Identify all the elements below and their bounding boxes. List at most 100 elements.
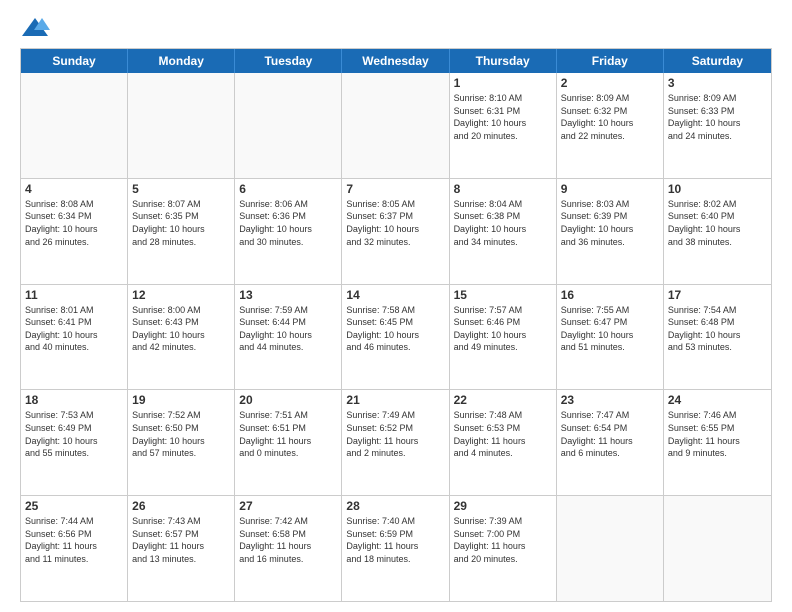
logo [20, 16, 54, 38]
calendar-cell: 28 Sunrise: 7:40 AM Sunset: 6:59 PM Dayli… [342, 496, 449, 601]
calendar: SundayMondayTuesdayWednesdayThursdayFrid… [20, 48, 772, 602]
cell-info: Sunrise: 7:47 AM Sunset: 6:54 PM Dayligh… [561, 409, 659, 459]
day-number: 5 [132, 182, 230, 196]
cell-info: Sunrise: 7:40 AM Sunset: 6:59 PM Dayligh… [346, 515, 444, 565]
calendar-cell [664, 496, 771, 601]
calendar-cell [557, 496, 664, 601]
cell-info: Sunrise: 7:39 AM Sunset: 7:00 PM Dayligh… [454, 515, 552, 565]
calendar-cell [342, 73, 449, 178]
day-number: 21 [346, 393, 444, 407]
day-number: 17 [668, 288, 767, 302]
day-number: 10 [668, 182, 767, 196]
cell-info: Sunrise: 8:00 AM Sunset: 6:43 PM Dayligh… [132, 304, 230, 354]
calendar-header-cell: Wednesday [342, 49, 449, 73]
calendar-cell: 10 Sunrise: 8:02 AM Sunset: 6:40 PM Dayli… [664, 179, 771, 284]
day-number: 26 [132, 499, 230, 513]
page: SundayMondayTuesdayWednesdayThursdayFrid… [0, 0, 792, 612]
day-number: 25 [25, 499, 123, 513]
cell-info: Sunrise: 7:46 AM Sunset: 6:55 PM Dayligh… [668, 409, 767, 459]
day-number: 22 [454, 393, 552, 407]
calendar-row: 11 Sunrise: 8:01 AM Sunset: 6:41 PM Dayli… [21, 285, 771, 391]
day-number: 24 [668, 393, 767, 407]
cell-info: Sunrise: 8:02 AM Sunset: 6:40 PM Dayligh… [668, 198, 767, 248]
calendar-cell: 4 Sunrise: 8:08 AM Sunset: 6:34 PM Daylig… [21, 179, 128, 284]
day-number: 1 [454, 76, 552, 90]
cell-info: Sunrise: 7:43 AM Sunset: 6:57 PM Dayligh… [132, 515, 230, 565]
calendar-cell: 22 Sunrise: 7:48 AM Sunset: 6:53 PM Dayli… [450, 390, 557, 495]
day-number: 13 [239, 288, 337, 302]
cell-info: Sunrise: 7:51 AM Sunset: 6:51 PM Dayligh… [239, 409, 337, 459]
calendar-cell: 2 Sunrise: 8:09 AM Sunset: 6:32 PM Daylig… [557, 73, 664, 178]
calendar-cell: 17 Sunrise: 7:54 AM Sunset: 6:48 PM Dayli… [664, 285, 771, 390]
calendar-cell: 5 Sunrise: 8:07 AM Sunset: 6:35 PM Daylig… [128, 179, 235, 284]
cell-info: Sunrise: 7:44 AM Sunset: 6:56 PM Dayligh… [25, 515, 123, 565]
day-number: 4 [25, 182, 123, 196]
day-number: 8 [454, 182, 552, 196]
cell-info: Sunrise: 8:06 AM Sunset: 6:36 PM Dayligh… [239, 198, 337, 248]
calendar-header-cell: Sunday [21, 49, 128, 73]
calendar-cell: 9 Sunrise: 8:03 AM Sunset: 6:39 PM Daylig… [557, 179, 664, 284]
calendar-header-cell: Monday [128, 49, 235, 73]
cell-info: Sunrise: 8:09 AM Sunset: 6:32 PM Dayligh… [561, 92, 659, 142]
calendar-cell: 1 Sunrise: 8:10 AM Sunset: 6:31 PM Daylig… [450, 73, 557, 178]
calendar-header: SundayMondayTuesdayWednesdayThursdayFrid… [21, 49, 771, 73]
calendar-cell: 20 Sunrise: 7:51 AM Sunset: 6:51 PM Dayli… [235, 390, 342, 495]
cell-info: Sunrise: 8:08 AM Sunset: 6:34 PM Dayligh… [25, 198, 123, 248]
calendar-cell: 25 Sunrise: 7:44 AM Sunset: 6:56 PM Dayli… [21, 496, 128, 601]
cell-info: Sunrise: 7:55 AM Sunset: 6:47 PM Dayligh… [561, 304, 659, 354]
calendar-cell: 23 Sunrise: 7:47 AM Sunset: 6:54 PM Dayli… [557, 390, 664, 495]
calendar-cell: 29 Sunrise: 7:39 AM Sunset: 7:00 PM Dayli… [450, 496, 557, 601]
calendar-cell: 19Sunrise: 7:52 AM Sunset: 6:50 PM Dayli… [128, 390, 235, 495]
day-number: 20 [239, 393, 337, 407]
calendar-cell: 18 Sunrise: 7:53 AM Sunset: 6:49 PM Dayli… [21, 390, 128, 495]
calendar-cell: 14 Sunrise: 7:58 AM Sunset: 6:45 PM Dayli… [342, 285, 449, 390]
day-number: 7 [346, 182, 444, 196]
day-number: 28 [346, 499, 444, 513]
calendar-cell: 11 Sunrise: 8:01 AM Sunset: 6:41 PM Dayli… [21, 285, 128, 390]
cell-info: Sunrise: 8:04 AM Sunset: 6:38 PM Dayligh… [454, 198, 552, 248]
calendar-header-cell: Thursday [450, 49, 557, 73]
cell-info: Sunrise: 7:54 AM Sunset: 6:48 PM Dayligh… [668, 304, 767, 354]
cell-info: Sunrise: 7:59 AM Sunset: 6:44 PM Dayligh… [239, 304, 337, 354]
calendar-cell: 26 Sunrise: 7:43 AM Sunset: 6:57 PM Dayli… [128, 496, 235, 601]
calendar-row: 25 Sunrise: 7:44 AM Sunset: 6:56 PM Dayli… [21, 496, 771, 601]
cell-info: Sunrise: 8:05 AM Sunset: 6:37 PM Dayligh… [346, 198, 444, 248]
cell-info: Sunrise: 8:10 AM Sunset: 6:31 PM Dayligh… [454, 92, 552, 142]
day-number: 15 [454, 288, 552, 302]
cell-info: Sunrise: 8:01 AM Sunset: 6:41 PM Dayligh… [25, 304, 123, 354]
day-number: 2 [561, 76, 659, 90]
day-number: 14 [346, 288, 444, 302]
calendar-body: 1 Sunrise: 8:10 AM Sunset: 6:31 PM Daylig… [21, 73, 771, 601]
calendar-cell: 8 Sunrise: 8:04 AM Sunset: 6:38 PM Daylig… [450, 179, 557, 284]
calendar-row: 18 Sunrise: 7:53 AM Sunset: 6:49 PM Dayli… [21, 390, 771, 496]
calendar-cell [21, 73, 128, 178]
day-number: 29 [454, 499, 552, 513]
calendar-header-cell: Saturday [664, 49, 771, 73]
calendar-cell: 6Sunrise: 8:06 AM Sunset: 6:36 PM Daylig… [235, 179, 342, 284]
calendar-cell: 24 Sunrise: 7:46 AM Sunset: 6:55 PM Dayli… [664, 390, 771, 495]
cell-info: Sunrise: 8:07 AM Sunset: 6:35 PM Dayligh… [132, 198, 230, 248]
calendar-cell: 16 Sunrise: 7:55 AM Sunset: 6:47 PM Dayli… [557, 285, 664, 390]
cell-info: Sunrise: 7:58 AM Sunset: 6:45 PM Dayligh… [346, 304, 444, 354]
calendar-cell: 12Sunrise: 8:00 AM Sunset: 6:43 PM Dayli… [128, 285, 235, 390]
day-number: 23 [561, 393, 659, 407]
day-number: 9 [561, 182, 659, 196]
day-number: 16 [561, 288, 659, 302]
cell-info: Sunrise: 7:52 AM Sunset: 6:50 PM Dayligh… [132, 409, 230, 459]
calendar-cell: 21 Sunrise: 7:49 AM Sunset: 6:52 PM Dayli… [342, 390, 449, 495]
calendar-cell: 15Sunrise: 7:57 AM Sunset: 6:46 PM Dayli… [450, 285, 557, 390]
cell-info: Sunrise: 8:03 AM Sunset: 6:39 PM Dayligh… [561, 198, 659, 248]
calendar-row: 1 Sunrise: 8:10 AM Sunset: 6:31 PM Daylig… [21, 73, 771, 179]
cell-info: Sunrise: 7:53 AM Sunset: 6:49 PM Dayligh… [25, 409, 123, 459]
calendar-header-cell: Friday [557, 49, 664, 73]
cell-info: Sunrise: 7:42 AM Sunset: 6:58 PM Dayligh… [239, 515, 337, 565]
calendar-cell [128, 73, 235, 178]
cell-info: Sunrise: 7:49 AM Sunset: 6:52 PM Dayligh… [346, 409, 444, 459]
calendar-cell [235, 73, 342, 178]
header [20, 16, 772, 38]
calendar-cell: 27Sunrise: 7:42 AM Sunset: 6:58 PM Dayli… [235, 496, 342, 601]
cell-info: Sunrise: 8:09 AM Sunset: 6:33 PM Dayligh… [668, 92, 767, 142]
day-number: 11 [25, 288, 123, 302]
cell-info: Sunrise: 7:48 AM Sunset: 6:53 PM Dayligh… [454, 409, 552, 459]
day-number: 18 [25, 393, 123, 407]
